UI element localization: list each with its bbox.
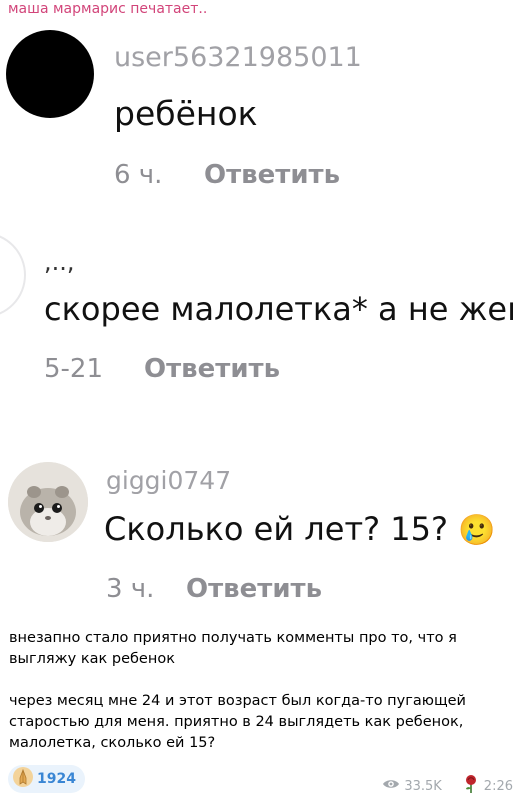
typing-status: маша мармарис печатает.. (8, 1, 208, 17)
comment-text: Сколько ей лет? 15? 🥲 (104, 510, 495, 548)
reply-button[interactable]: Ответить (204, 160, 340, 190)
eye-icon (382, 778, 400, 794)
comments-screenshot: user56321985011 ребёнок 6 ч. Ответить ,.… (0, 22, 523, 618)
reply-button[interactable]: Ответить (186, 574, 322, 604)
hamster-avatar (8, 462, 88, 542)
comment-username: giggi0747 (106, 466, 232, 495)
comment-username: ,.., (44, 248, 75, 276)
crying-smile-emoji: 🥲 (458, 513, 496, 548)
comment-time: 3 ч. (106, 574, 155, 604)
comment-time: 5-21 (44, 354, 104, 384)
reaction-button[interactable]: 1924 (8, 765, 85, 793)
views-count: 33.5K (404, 778, 442, 794)
comment-text-body: Сколько ей лет? 15? (104, 510, 448, 548)
post-paragraph: через месяц мне 24 и этот возраст был ко… (9, 693, 466, 751)
post-meta: 33.5K 2:26 (382, 774, 513, 798)
post-paragraph: внезапно стало приятно получать комменты… (9, 630, 457, 667)
avatar (6, 30, 94, 118)
comment-time: 6 ч. (114, 160, 163, 190)
rose-icon (462, 774, 480, 798)
reply-button[interactable]: Ответить (144, 354, 280, 384)
reaction-count: 1924 (37, 771, 76, 787)
comment-text: ребёнок (114, 94, 258, 133)
avatar (0, 232, 26, 318)
comment-username: user56321985011 (114, 42, 362, 73)
post-time: 2:26 (483, 778, 513, 794)
praying-hands-icon (12, 766, 34, 792)
post-text: внезапно стало приятно получать комменты… (9, 628, 514, 775)
comment-text: скорее малолетка* а не жеı (44, 290, 516, 328)
